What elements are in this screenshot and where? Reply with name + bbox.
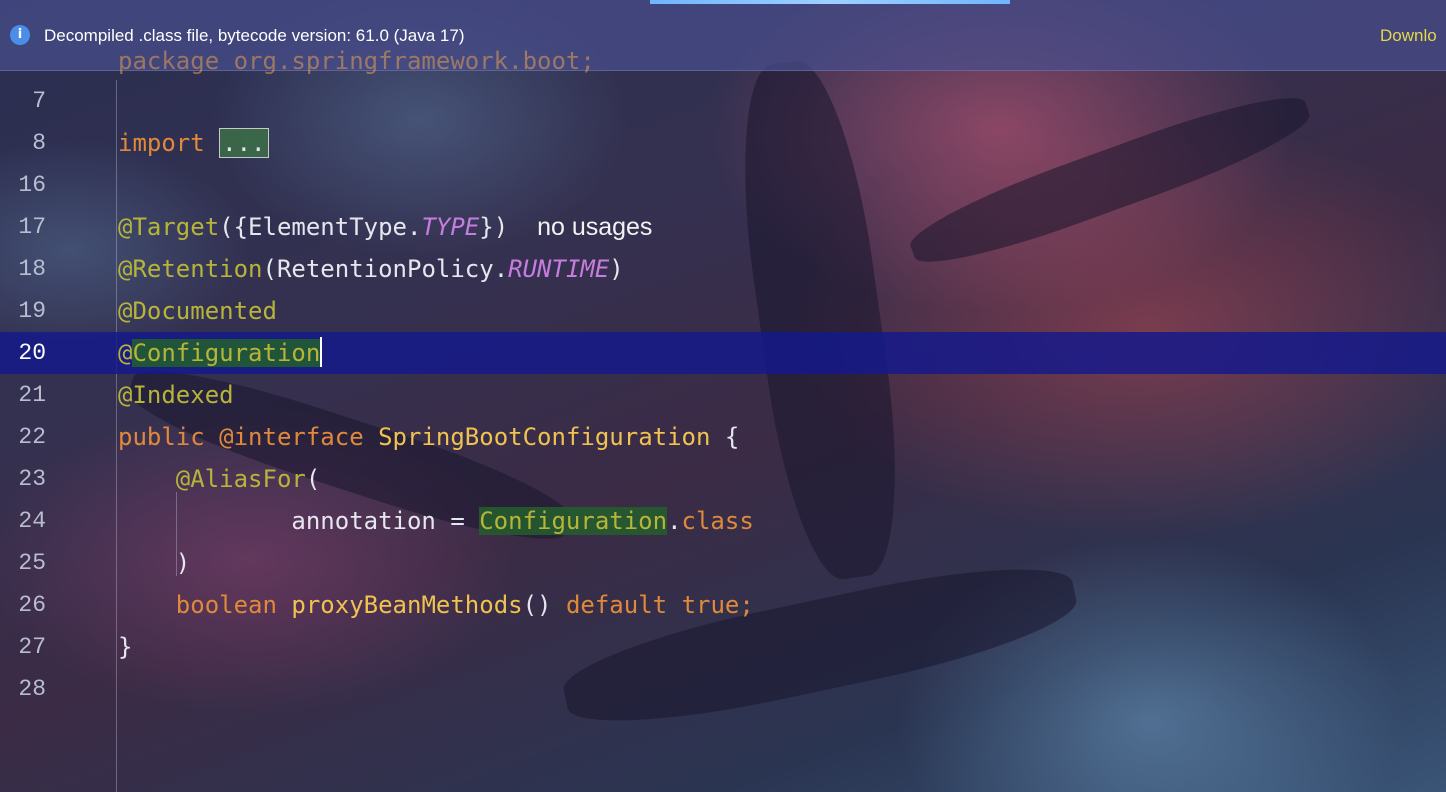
code-token: ) xyxy=(609,255,624,283)
method-name: proxyBeanMethods xyxy=(291,591,523,619)
code-line: 18 @Retention(RetentionPolicy.RUNTIME) xyxy=(0,248,1446,290)
code-text: } xyxy=(118,626,132,668)
annotation-retention: @Retention xyxy=(118,255,263,283)
current-code-line: 20 @Configuration xyxy=(0,332,1446,374)
line-number: 18 xyxy=(18,256,46,282)
line-number: 21 xyxy=(18,382,46,408)
annotation-documented: @Documented xyxy=(118,297,277,325)
code-line: 16 xyxy=(0,164,1446,206)
code-token: }) xyxy=(479,213,509,241)
code-line: 17 @Target({ElementType.TYPE}) no usages xyxy=(0,206,1446,248)
code-text: @Indexed xyxy=(118,374,234,416)
usages-inlay-hint[interactable]: no usages xyxy=(537,213,652,241)
annotation-aliasfor: @AliasFor xyxy=(175,465,306,493)
annotation-at-sign: @ xyxy=(118,339,133,367)
code-token: . xyxy=(667,507,682,535)
code-text: annotation = Configuration.class xyxy=(118,500,754,542)
keyword-public: public xyxy=(118,423,205,451)
code-text: boolean proxyBeanMethods() default true; xyxy=(118,584,754,626)
line-number: 28 xyxy=(18,676,46,702)
keyword-interface: @interface xyxy=(219,423,364,451)
line-number: 16 xyxy=(18,172,46,198)
line-number: 27 xyxy=(18,634,46,660)
code-text: @AliasFor( xyxy=(118,458,321,500)
code-line: 26 boolean proxyBeanMethods() default tr… xyxy=(0,584,1446,626)
keyword-default: default xyxy=(565,591,668,619)
code-line: 27 } xyxy=(0,626,1446,668)
constant-runtime: RUNTIME xyxy=(508,255,610,283)
text-caret xyxy=(320,337,323,367)
code-line: 28 xyxy=(0,668,1446,710)
code-token: { xyxy=(710,423,740,451)
code-token: annotation = xyxy=(291,507,480,535)
class-name: SpringBootConfiguration xyxy=(378,423,711,451)
code-line: 8 import ... xyxy=(0,122,1446,164)
keyword-class: class xyxy=(681,507,754,535)
code-line: 19 @Documented xyxy=(0,290,1446,332)
code-token: ({ElementType. xyxy=(219,213,422,241)
line-number: 26 xyxy=(18,592,46,618)
code-token: ; xyxy=(739,591,754,619)
class-reference-configuration: Configuration xyxy=(479,507,668,535)
line-number: 17 xyxy=(18,214,46,240)
constant-type: TYPE xyxy=(421,213,480,241)
line-number: 24 xyxy=(18,508,46,534)
info-icon: i xyxy=(10,25,30,45)
code-line: 23 @AliasFor( xyxy=(0,458,1446,500)
line-number: 20 xyxy=(18,340,46,366)
code-text: @Target({ElementType.TYPE}) no usages xyxy=(118,206,652,248)
code-line: 22 public @interface SpringBootConfigura… xyxy=(0,416,1446,458)
progress-indicator xyxy=(650,0,1010,4)
code-line: 24 annotation = Configuration.class xyxy=(0,500,1446,542)
code-text: @Configuration xyxy=(118,332,323,374)
keyword-boolean: boolean xyxy=(175,591,277,619)
code-token: ( xyxy=(305,465,321,493)
keyword-true: true xyxy=(681,591,740,619)
line-number: 7 xyxy=(32,88,46,114)
line-number: 22 xyxy=(18,424,46,450)
code-text: @Retention(RetentionPolicy.RUNTIME) xyxy=(118,248,624,290)
folded-imports-toggle[interactable]: ... xyxy=(219,128,269,158)
code-text: @Documented xyxy=(118,290,277,332)
code-token: () xyxy=(522,591,566,619)
line-number: 23 xyxy=(18,466,46,492)
code-token: (RetentionPolicy. xyxy=(262,255,509,283)
line-number: 8 xyxy=(32,130,46,156)
download-sources-link[interactable]: Downlo xyxy=(1380,25,1437,47)
code-line: 25 ) xyxy=(0,542,1446,584)
annotation-configuration: Configuration xyxy=(132,339,321,367)
code-token: } xyxy=(118,633,133,661)
annotation-target: @Target xyxy=(118,213,220,241)
annotation-indexed: @Indexed xyxy=(118,381,234,409)
line-number: 19 xyxy=(18,298,46,324)
code-text: import ... xyxy=(118,122,269,164)
code-text: public @interface SpringBootConfiguratio… xyxy=(118,416,739,458)
code-token: ) xyxy=(175,549,191,577)
code-line-6-partial: package org.springframework.boot; xyxy=(118,47,595,75)
keyword-import: import xyxy=(118,129,205,157)
code-line: 21 @Indexed xyxy=(0,374,1446,416)
line-number: 25 xyxy=(18,550,46,576)
code-text: ) xyxy=(118,542,190,584)
code-editor[interactable]: 7 8 import ... 16 17 @Target({ElementTyp… xyxy=(0,80,1446,792)
code-line: 7 xyxy=(0,80,1446,122)
